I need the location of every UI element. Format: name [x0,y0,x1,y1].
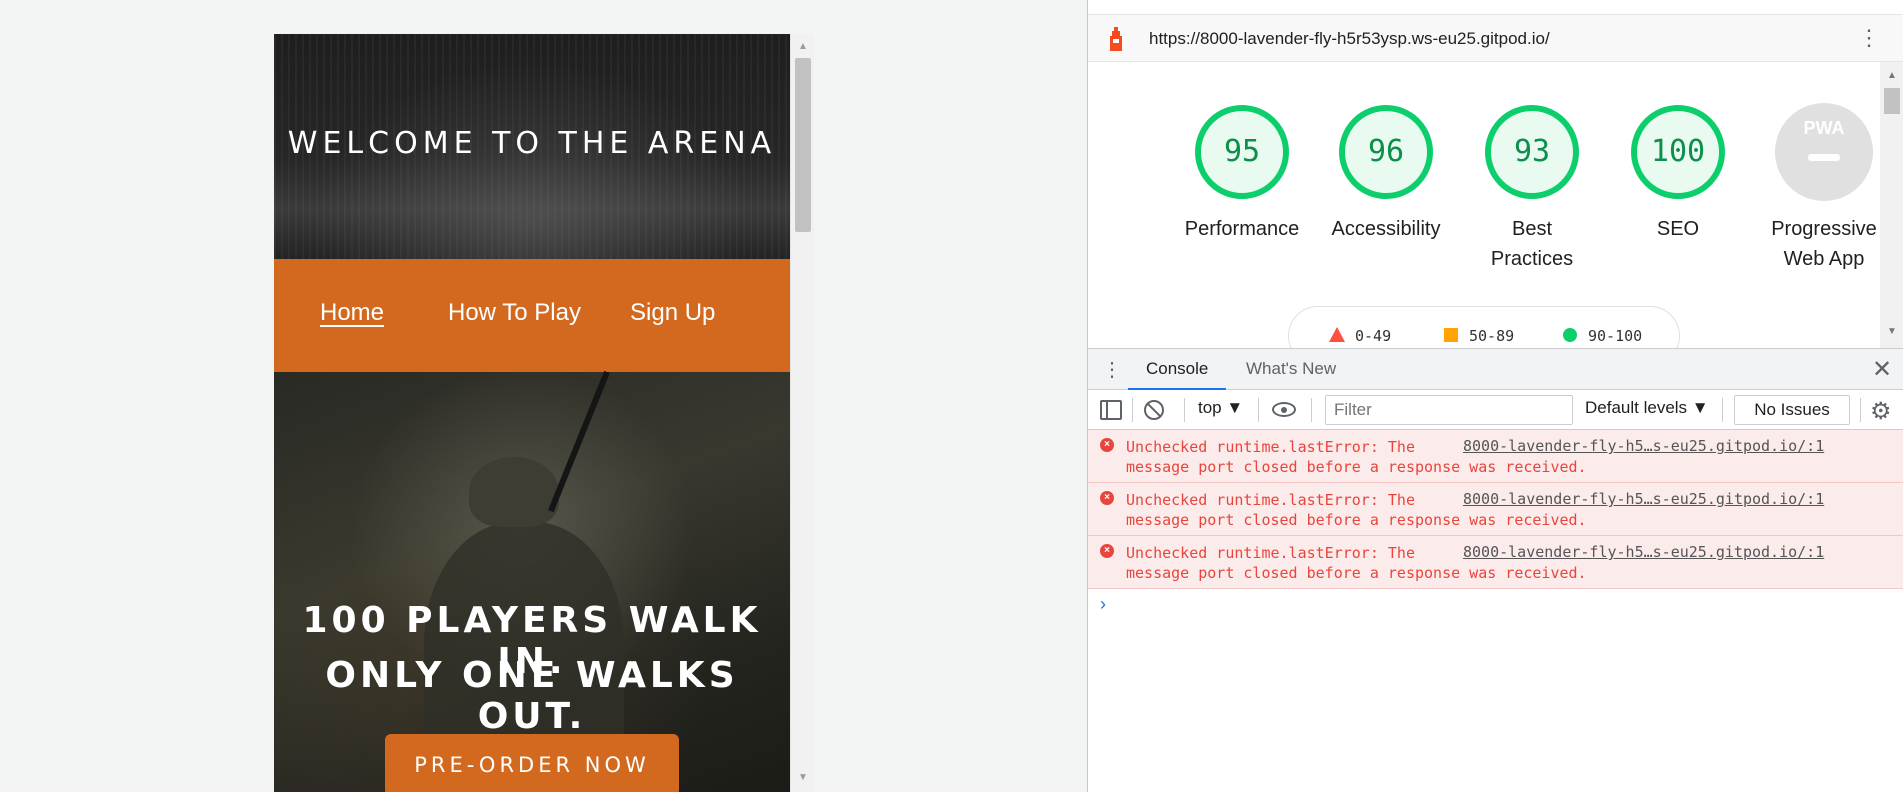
console-messages: × Unchecked runtime.lastError: The 8000-… [1088,430,1903,589]
label-accessibility: Accessibility [1331,218,1441,240]
best-practices-score: 93 [1513,134,1551,169]
seo-score: 100 [1650,134,1706,169]
scroll-up-arrow-icon[interactable]: ▲ [1885,70,1899,81]
more-options-icon[interactable]: ⋮ [1858,25,1880,53]
gauge-best-practices[interactable]: 93 [1482,102,1582,202]
nav-link-home[interactable]: Home [320,299,384,327]
scrollbar-thumb[interactable] [795,58,811,232]
nav-link-how-to-play[interactable]: How To Play [448,299,581,327]
legend-average-range: 50-89 [1469,327,1515,345]
error-icon: × [1100,438,1114,452]
label-best-practices-line-2: Practices [1490,248,1574,270]
gauge-seo[interactable]: 100 [1628,102,1728,202]
clear-console-icon[interactable] [1144,400,1164,420]
console-prompt-icon[interactable]: › [1100,594,1106,615]
drawer-menu-icon[interactable]: ⋮ [1102,357,1122,382]
site-title: WELCOME TO THE ARENA [287,126,777,161]
context-selector[interactable]: top ▼ [1198,398,1243,418]
gear-icon[interactable]: ⚙ [1870,397,1892,426]
site-page: WELCOME TO THE ARENA Home How To Play Si… [274,34,790,792]
device-emulation-pane: WELCOME TO THE ARENA Home How To Play Si… [0,0,1087,792]
hero-section: 100 PLAYERS WALK IN. ONLY ONE WALKS OUT.… [274,370,790,792]
hero-tagline-line-2: ONLY ONE WALKS OUT. [325,655,739,737]
lighthouse-report: 95 96 93 100 PWA Performance Accessibili… [1088,62,1880,348]
live-expression-eye-icon[interactable] [1272,402,1296,417]
console-error-row[interactable]: × Unchecked runtime.lastError: The 8000-… [1088,430,1903,483]
tab-whats-new[interactable]: What's New [1228,349,1354,390]
toolbar-divider [1132,398,1133,422]
console-error-row[interactable]: × Unchecked runtime.lastError: The 8000-… [1088,536,1903,589]
error-message-line-2: message port closed before a response wa… [1126,564,1587,582]
hero-soldier-helmet [469,457,559,527]
legend-pass-range: 90-100 [1588,327,1643,345]
gauge-accessibility[interactable]: 96 [1336,102,1436,202]
accessibility-score: 96 [1367,134,1405,169]
error-message-line-1: Unchecked runtime.lastError: The [1126,544,1415,562]
label-pwa-line-2: Web App [1783,248,1865,270]
console-error-row[interactable]: × Unchecked runtime.lastError: The 8000-… [1088,483,1903,536]
chevron-down-icon: ▼ [1691,398,1709,417]
pwa-badge-text: PWA [1803,118,1844,138]
mobile-scrollbar[interactable]: ▲ ▼ [790,34,814,792]
log-levels-dropdown[interactable]: Default levels ▼ [1585,398,1709,418]
label-seo: SEO [1656,218,1700,240]
close-icon[interactable]: ✕ [1872,355,1892,384]
audited-url[interactable]: https://8000-lavender-fly-h5r53ysp.ws-eu… [1149,29,1550,49]
score-legend: 0-49 50-89 90-100 [1288,306,1680,348]
gauge-performance[interactable]: 95 [1192,102,1292,202]
average-square-icon [1444,328,1458,342]
eye-pupil [1281,407,1287,413]
clear-console-slash [1146,402,1162,418]
label-best-practices-line-1: Best [1511,218,1553,240]
report-scrollbar[interactable]: ▲ ▼ [1880,62,1903,348]
error-source-link[interactable]: 8000-lavender-fly-h5…s-eu25.gitpod.io/:1 [1463,490,1824,508]
chevron-down-icon: ▼ [1226,398,1244,417]
scroll-down-arrow-icon[interactable]: ▼ [1885,326,1899,337]
pre-order-button[interactable]: PRE-ORDER NOW [385,734,679,792]
error-source-link[interactable]: 8000-lavender-fly-h5…s-eu25.gitpod.io/:1 [1463,543,1824,561]
error-message-line-1: Unchecked runtime.lastError: The [1126,438,1415,456]
hero-rifle [548,370,610,513]
performance-score: 95 [1223,134,1261,169]
label-performance: Performance [1184,218,1300,240]
mobile-viewport[interactable]: WELCOME TO THE ARENA Home How To Play Si… [274,34,814,792]
scroll-up-arrow-icon[interactable]: ▲ [796,41,810,53]
filter-input[interactable] [1325,395,1573,425]
tab-console[interactable]: Console [1128,349,1227,390]
console-toolbar: top ▼ Default levels ▼ No Issues ⚙ [1088,390,1903,430]
label-pwa: Progressive Web App [1749,214,1880,274]
sidebar-toggle-icon[interactable] [1100,400,1122,420]
legend-fail-range: 0-49 [1355,327,1392,345]
pwa-badge-icon: PWA [1775,103,1873,201]
error-icon: × [1100,544,1114,558]
error-message-line-2: message port closed before a response wa… [1126,458,1587,476]
error-message-line-2: message port closed before a response wa… [1126,511,1587,529]
gauge-pwa[interactable]: PWA [1774,102,1874,202]
sidebar-toggle-bar [1106,402,1108,418]
label-pwa-line-1: Progressive [1771,218,1877,240]
toolbar-divider [1258,398,1259,422]
drawer-tab-bar: ⋮ Console What's New ✕ [1088,348,1903,390]
fail-triangle-icon [1329,327,1345,342]
toolbar-divider [1860,398,1861,422]
header-banner: WELCOME TO THE ARENA [274,34,790,259]
lighthouse-logo-icon [1110,27,1122,51]
label-best-practices: Best Practices [1457,214,1607,274]
scroll-down-arrow-icon[interactable]: ▼ [796,772,810,784]
scrollbar-thumb[interactable] [1884,88,1900,114]
issues-button[interactable]: No Issues [1734,395,1850,425]
site-nav: Home How To Play Sign Up [274,259,790,372]
error-icon: × [1100,491,1114,505]
toolbar-divider [1311,398,1312,422]
toolbar-divider [1722,398,1723,422]
log-levels-label: Default levels [1585,398,1688,417]
error-message-line-1: Unchecked runtime.lastError: The [1126,491,1415,509]
nav-link-sign-up[interactable]: Sign Up [630,299,715,327]
lighthouse-header: https://8000-lavender-fly-h5r53ysp.ws-eu… [1088,14,1903,62]
pass-circle-icon [1563,328,1577,342]
devtools-panel: https://8000-lavender-fly-h5r53ysp.ws-eu… [1087,0,1903,792]
toolbar-divider [1184,398,1185,422]
error-source-link[interactable]: 8000-lavender-fly-h5…s-eu25.gitpod.io/:1 [1463,437,1824,455]
context-value: top [1198,398,1222,417]
